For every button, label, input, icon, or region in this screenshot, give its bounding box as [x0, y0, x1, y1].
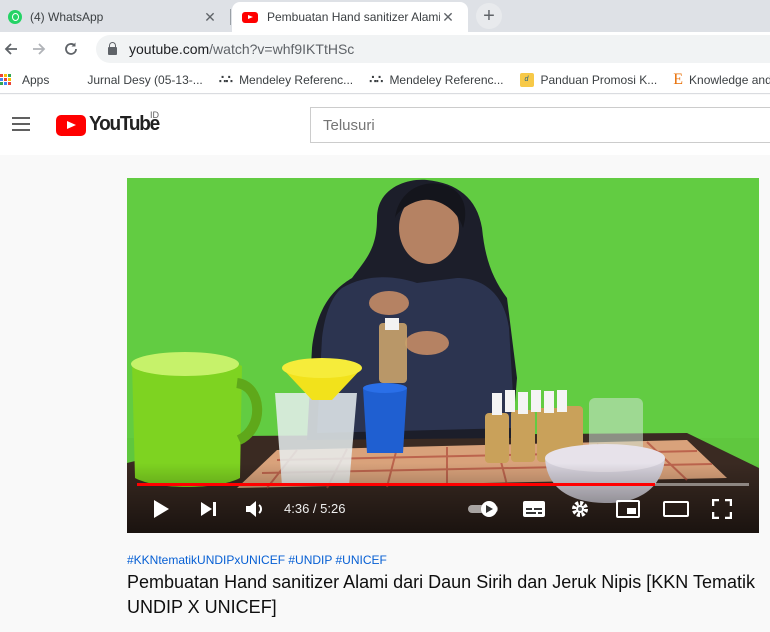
youtube-header: YouTube ID Telusuri	[0, 95, 770, 155]
miniplayer-icon[interactable]	[616, 500, 640, 518]
youtube-icon	[242, 11, 258, 23]
url-host: youtube.com	[129, 41, 210, 57]
logo-text: YouTube	[89, 113, 160, 136]
bookmark-jurnal[interactable]: Jurnal Desy (05-13-...	[87, 73, 202, 87]
bookmark-mendeley-1[interactable]: ∴∴ Mendeley Referenc...	[219, 73, 353, 87]
search-placeholder: Telusuri	[323, 116, 375, 134]
whatsapp-icon	[8, 10, 22, 24]
progress-bar[interactable]	[137, 483, 749, 486]
new-tab-button[interactable]: +	[476, 3, 502, 29]
url-text: youtube.com/watch?v=whf9IKTtHSc	[129, 41, 354, 57]
video-title: Pembuatan Hand sanitizer Alami dari Daun…	[127, 572, 755, 617]
close-tab-icon[interactable]: ✕	[440, 9, 456, 26]
bookmark-label: Jurnal Desy (05-13-...	[87, 72, 203, 87]
youtube-logo[interactable]: YouTube ID	[56, 110, 160, 136]
time-display: 4:36 / 5:26	[284, 501, 346, 516]
video-hashtags[interactable]: #KKNtematikUNDIPxUNICEF #UNDIP #UNICEF	[127, 553, 387, 567]
tab-whatsapp[interactable]: (4) WhatsApp ✕	[0, 2, 230, 32]
address-bar[interactable]: youtube.com/watch?v=whf9IKTtHSc	[96, 35, 770, 63]
settings-gear-icon[interactable]	[569, 498, 591, 520]
tab-title: (4) WhatsApp	[30, 10, 104, 24]
progress-fill	[137, 483, 655, 486]
knowledge-e-icon: E	[673, 70, 684, 88]
bookmark-mendeley-2[interactable]: ∴∴ Mendeley Referenc...	[369, 73, 503, 87]
region-code: ID	[150, 110, 159, 120]
apps-grid-icon	[0, 73, 12, 86]
bookmark-label: Mendeley Referenc...	[389, 72, 504, 87]
bookmark-knowledge[interactable]: E Knowledge and	[673, 71, 770, 89]
fullscreen-icon[interactable]	[711, 499, 733, 519]
bookmark-label: Mendeley Referenc...	[239, 72, 354, 87]
controls-gradient	[127, 463, 759, 533]
bookmark-panduan[interactable]: d Panduan Promosi K...	[519, 72, 658, 87]
autoplay-toggle[interactable]	[467, 500, 501, 518]
next-icon[interactable]	[199, 500, 219, 518]
subtitles-icon[interactable]	[523, 500, 545, 518]
menu-icon[interactable]	[12, 117, 30, 131]
dok-icon: d	[519, 72, 534, 87]
forward-icon[interactable]	[28, 38, 50, 60]
back-icon[interactable]	[0, 38, 22, 60]
lock-icon	[108, 42, 117, 55]
bookmark-label: Knowledge and	[689, 72, 770, 87]
tab-separator	[230, 9, 231, 25]
bookmarks-bar: Apps Jurnal Desy (05-13-... ∴∴ Mendeley …	[0, 66, 770, 94]
tab-strip: (4) WhatsApp ✕ Pembuatan Hand sanitizer …	[0, 0, 770, 32]
close-tab-icon[interactable]: ✕	[202, 9, 218, 26]
browser-toolbar: youtube.com/watch?v=whf9IKTtHSc	[0, 32, 770, 66]
youtube-play-icon	[56, 114, 86, 136]
mendeley-icon: ∴∴	[218, 74, 233, 86]
bookmark-apps[interactable]: Apps	[0, 73, 49, 87]
bookmark-label: Panduan Promosi K...	[540, 72, 658, 87]
volume-icon[interactable]	[245, 498, 267, 520]
reload-icon[interactable]	[60, 38, 82, 60]
video-player[interactable]: 4:36 / 5:26	[127, 178, 759, 533]
url-path: /watch?v=whf9IKTtHSc	[209, 41, 355, 57]
search-input[interactable]: Telusuri	[310, 107, 770, 143]
mendeley-icon: ∴∴	[369, 74, 383, 86]
play-icon[interactable]	[151, 499, 171, 519]
bookmark-label: Apps	[22, 72, 50, 87]
theater-mode-icon[interactable]	[663, 500, 689, 518]
tab-title: Pembuatan Hand sanitizer Alami	[267, 10, 440, 24]
tab-youtube[interactable]: Pembuatan Hand sanitizer Alami ✕	[232, 2, 468, 32]
